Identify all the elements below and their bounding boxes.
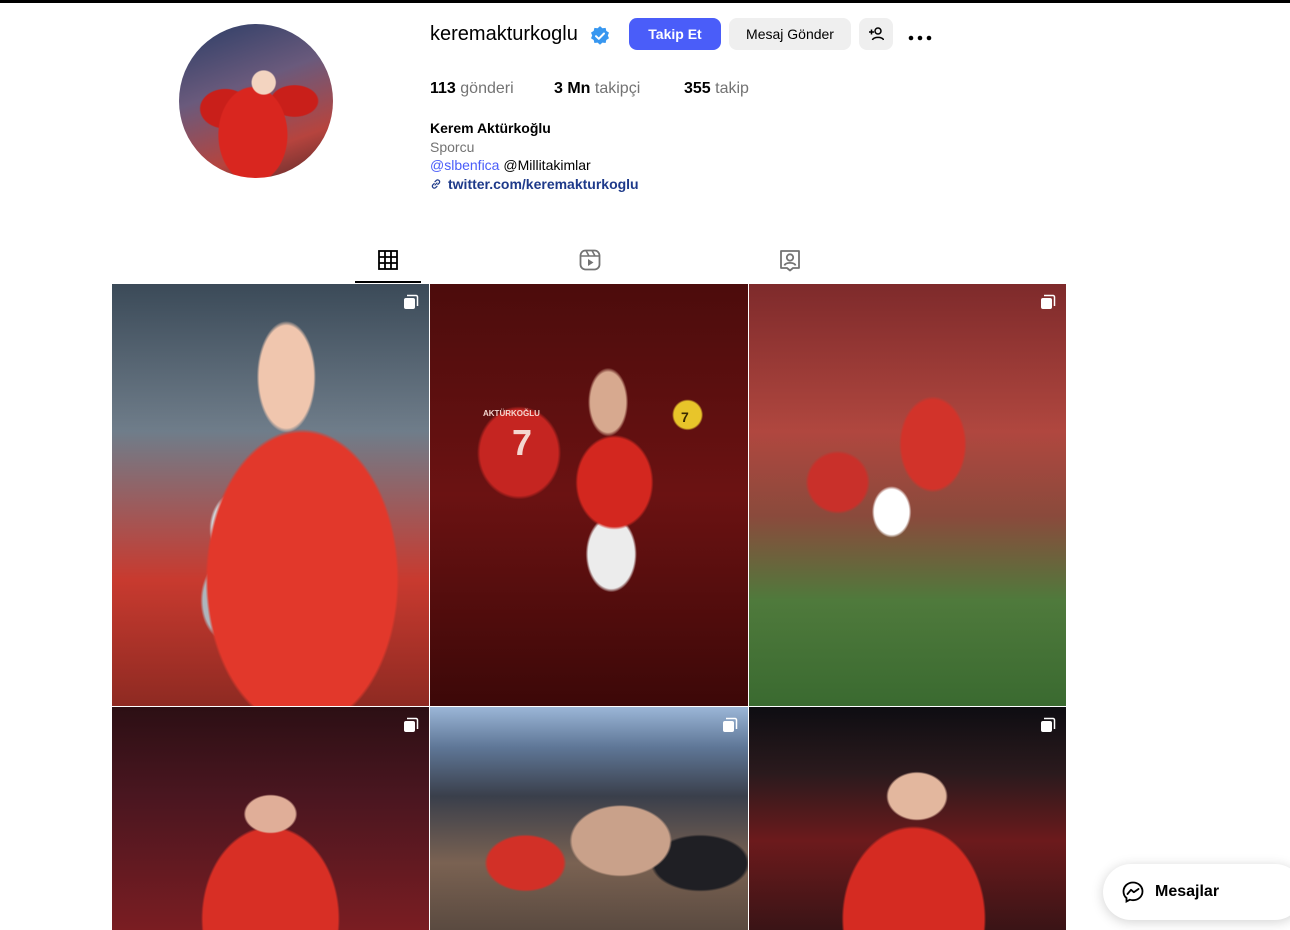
top-border	[0, 0, 1290, 3]
following-count-label: takip	[715, 80, 749, 97]
post-3-celebration[interactable]	[749, 284, 1066, 706]
mention-slbenfica[interactable]: @slbenfica	[430, 157, 499, 173]
carousel-icon	[404, 294, 419, 309]
follow-button[interactable]: Takip Et	[629, 18, 721, 50]
post-1-trophy[interactable]	[112, 284, 429, 706]
profile-avatar[interactable]	[179, 24, 333, 178]
followers-count[interactable]: 3 Mn takipçi	[554, 80, 640, 98]
mention-millitakimlar[interactable]: @Millitakimlar	[503, 157, 590, 173]
tagged-icon	[780, 250, 800, 272]
post-2-jersey[interactable]: AKTÜRKOĞLU 7 7	[430, 284, 748, 706]
send-message-button[interactable]: Mesaj Gönder	[729, 18, 851, 50]
reels-icon	[579, 249, 601, 271]
carousel-icon	[723, 717, 738, 732]
bio-category: Sporcu	[430, 139, 475, 155]
tab-reels[interactable]	[576, 246, 604, 274]
post-5-team-locker-room[interactable]	[430, 707, 748, 930]
messenger-icon	[1122, 881, 1144, 904]
verified-badge-icon	[591, 26, 609, 45]
jersey-name-text: AKTÜRKOĞLU	[483, 409, 540, 418]
link-icon	[431, 179, 441, 189]
carousel-icon	[1041, 717, 1056, 732]
ball-number-text: 7	[681, 409, 689, 425]
jersey-number-text: 7	[512, 422, 533, 463]
posts-count: 113 gönderi	[430, 80, 514, 98]
active-tab-indicator	[355, 281, 421, 283]
bio-link-text: twitter.com/keremakturkoglu	[448, 176, 639, 192]
carousel-icon	[404, 717, 419, 732]
more-options-button[interactable]	[902, 20, 934, 48]
bio-mentions: @slbenfica @Millitakimlar	[430, 157, 591, 173]
following-count-value: 355	[684, 80, 711, 97]
profile-username: keremakturkoglu	[430, 23, 578, 45]
add-person-icon	[869, 27, 884, 41]
suggest-users-button[interactable]	[859, 18, 893, 50]
grid-icon	[378, 250, 398, 270]
tab-posts[interactable]	[374, 246, 402, 274]
post-6-stadium-smile[interactable]	[749, 707, 1066, 930]
followers-count-label: takipçi	[594, 80, 641, 97]
bio-external-link[interactable]: twitter.com/keremakturkoglu	[430, 176, 639, 192]
posts-count-value: 113	[430, 80, 456, 97]
more-dots-icon	[908, 35, 932, 41]
post-4-portrait[interactable]	[112, 707, 429, 930]
carousel-icon	[1041, 294, 1056, 309]
bio-full-name: Kerem Aktürkoğlu	[430, 120, 551, 136]
following-count[interactable]: 355 takip	[684, 80, 749, 98]
posts-count-label: gönderi	[460, 80, 514, 97]
messages-button[interactable]: Mesajlar	[1103, 864, 1290, 920]
messages-label: Mesajlar	[1155, 883, 1220, 900]
followers-count-value: 3 Mn	[554, 80, 591, 97]
tab-tagged[interactable]	[776, 246, 804, 274]
